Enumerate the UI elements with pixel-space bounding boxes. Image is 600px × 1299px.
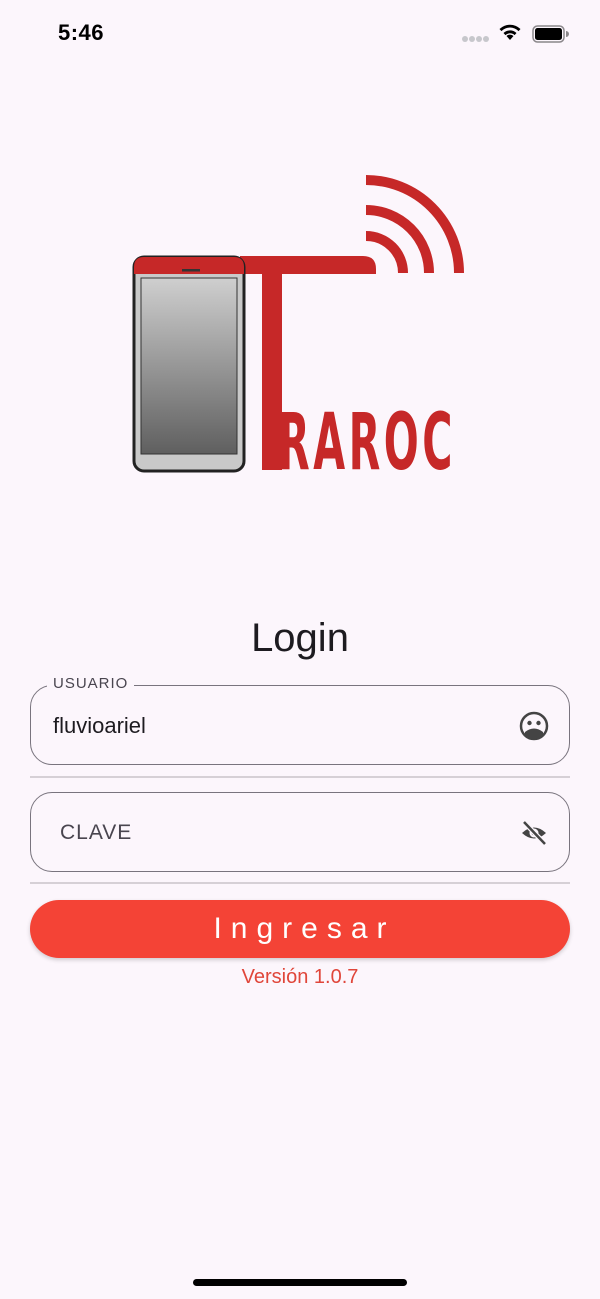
battery-icon: [532, 25, 569, 43]
home-indicator: [193, 1279, 407, 1286]
status-bar: 5:46: [0, 0, 600, 70]
traroc-logo: RAROC: [132, 175, 464, 480]
username-label: USUARIO: [47, 675, 135, 692]
version-text: Versión 1.0.7: [241, 966, 359, 988]
page-title: Login: [251, 616, 349, 660]
cellular-signal-icon: [462, 36, 489, 42]
username-underline: [30, 776, 570, 778]
login-button[interactable]: Ingresar: [30, 900, 570, 958]
password-field[interactable]: CLAVE: [30, 792, 570, 872]
status-time: 5:46: [58, 20, 105, 45]
logo-text: RAROC: [278, 398, 456, 480]
password-underline: [30, 882, 570, 884]
password-placeholder: CLAVE: [60, 821, 133, 844]
username-field[interactable]: USUARIO fluvioariel: [30, 675, 570, 765]
face-icon: [519, 711, 549, 741]
username-value[interactable]: fluvioariel: [53, 713, 146, 739]
visibility-off-icon[interactable]: [519, 818, 549, 848]
wifi-icon: [499, 24, 521, 40]
